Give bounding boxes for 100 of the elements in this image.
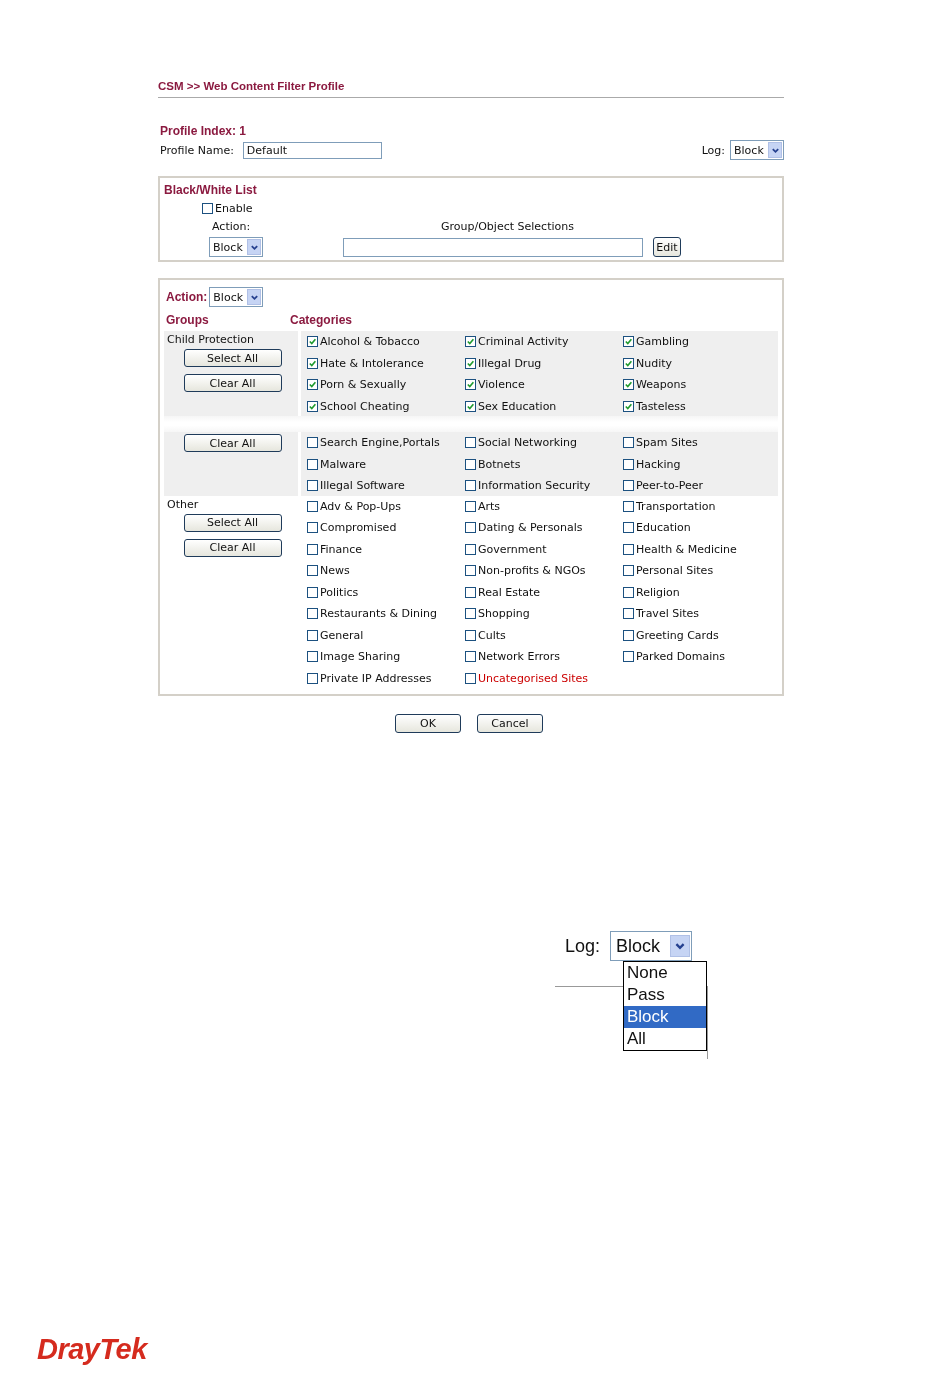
category-label: Illegal Drug xyxy=(478,356,542,370)
checkbox[interactable] xyxy=(465,458,476,470)
checkbox[interactable] xyxy=(465,357,476,369)
category-label: Dating & Personals xyxy=(478,521,583,535)
checkbox[interactable] xyxy=(307,543,318,555)
checkbox[interactable] xyxy=(465,500,476,512)
checkbox[interactable] xyxy=(465,586,476,598)
category-label: Gambling xyxy=(636,335,690,349)
checkbox[interactable] xyxy=(465,480,476,492)
category-label: Hate & Intolerance xyxy=(320,356,424,370)
group-button[interactable]: Select All xyxy=(183,513,282,532)
checkbox[interactable] xyxy=(307,437,318,449)
category-label: Private IP Addresses xyxy=(320,671,432,685)
checkbox[interactable] xyxy=(623,565,634,577)
checkbox[interactable] xyxy=(623,629,634,641)
checkbox[interactable] xyxy=(623,586,634,598)
category-label: Finance xyxy=(320,542,363,556)
category-label: Real Estate xyxy=(478,585,541,599)
checkbox[interactable] xyxy=(307,400,318,412)
selections-field[interactable] xyxy=(343,237,643,257)
checkbox[interactable] xyxy=(307,565,318,577)
category-label: Sex Education xyxy=(478,399,557,413)
category-label: Non-profits & NGOs xyxy=(478,564,586,578)
category-label: Porn & Sexually xyxy=(320,378,407,392)
group-button[interactable]: Select All xyxy=(183,349,282,367)
checkbox[interactable] xyxy=(623,543,634,555)
checkbox[interactable] xyxy=(307,336,318,348)
checkbox[interactable] xyxy=(623,437,634,449)
checkbox[interactable] xyxy=(623,651,634,663)
category-label: Transportation xyxy=(636,499,716,513)
category-label: Hacking xyxy=(636,457,681,471)
profile-index: Profile Index: 1 xyxy=(160,124,247,138)
dropdown-option[interactable]: None xyxy=(624,962,706,984)
page-title: CSM >> Web Content Filter Profile xyxy=(158,80,784,98)
category-label: Weapons xyxy=(636,378,687,392)
checkbox[interactable] xyxy=(623,336,634,348)
field-label: Profile Name: xyxy=(160,143,234,157)
checkbox[interactable] xyxy=(307,629,318,641)
profile-name-field[interactable]: Default xyxy=(242,141,382,159)
dropdown-option[interactable]: All xyxy=(624,1028,706,1050)
checkbox[interactable] xyxy=(307,480,318,492)
checkbox[interactable] xyxy=(623,357,634,369)
category-label: General xyxy=(320,628,364,642)
category-label: Travel Sites xyxy=(636,607,700,621)
category-label: Shopping xyxy=(478,607,530,621)
category-label: Tasteless xyxy=(636,399,686,413)
checkbox[interactable] xyxy=(465,565,476,577)
column-header: Categories xyxy=(290,313,354,327)
checkbox[interactable] xyxy=(623,480,634,492)
checkbox[interactable] xyxy=(465,672,476,684)
group-button[interactable]: Clear All xyxy=(183,434,282,452)
checkbox[interactable] xyxy=(307,586,318,598)
category-label: Government xyxy=(478,542,547,556)
group-button[interactable]: Clear All xyxy=(183,538,282,557)
category-label: Network Errors xyxy=(478,650,560,664)
log-select[interactable]: Block xyxy=(730,140,784,160)
checkbox[interactable] xyxy=(623,458,634,470)
checkbox[interactable] xyxy=(307,522,318,534)
checkbox[interactable] xyxy=(307,379,318,391)
dialog-button[interactable]: OK xyxy=(395,714,461,733)
checkbox[interactable] xyxy=(623,522,634,534)
checkbox[interactable] xyxy=(465,651,476,663)
checkbox[interactable] xyxy=(202,203,213,214)
logo: DrayTek xyxy=(37,1333,147,1366)
dropdown-option[interactable]: Block xyxy=(624,1006,706,1028)
checkbox-label: Enable xyxy=(215,202,253,215)
field-label: Action: xyxy=(166,290,208,304)
checkbox[interactable] xyxy=(307,500,318,512)
checkbox[interactable] xyxy=(465,629,476,641)
category-label: News xyxy=(320,564,350,578)
checkbox[interactable] xyxy=(307,651,318,663)
checkbox[interactable] xyxy=(465,543,476,555)
checkbox[interactable] xyxy=(465,336,476,348)
dialog-button[interactable]: Cancel xyxy=(477,714,543,733)
checkbox[interactable] xyxy=(307,608,318,620)
edit-button[interactable]: Edit xyxy=(653,237,681,257)
checkbox[interactable] xyxy=(623,400,634,412)
checkbox[interactable] xyxy=(307,357,318,369)
category-label: Criminal Activity xyxy=(478,335,569,349)
group-name: Other xyxy=(167,497,199,511)
checkbox[interactable] xyxy=(623,608,634,620)
category-label: Image Sharing xyxy=(320,650,401,664)
category-label: Information Security xyxy=(478,479,591,493)
checkbox[interactable] xyxy=(307,672,318,684)
log-select[interactable]: Block xyxy=(610,931,693,961)
group-button[interactable]: Clear All xyxy=(183,374,282,392)
checkbox[interactable] xyxy=(465,522,476,534)
checkbox[interactable] xyxy=(465,400,476,412)
checkbox[interactable] xyxy=(307,458,318,470)
category-label: Spam Sites xyxy=(636,436,698,450)
category-label: Nudity xyxy=(636,356,673,370)
category-label: School Cheating xyxy=(320,399,410,413)
checkbox[interactable] xyxy=(465,437,476,449)
checkbox[interactable] xyxy=(465,379,476,391)
checkbox[interactable] xyxy=(465,608,476,620)
action-select[interactable]: Block xyxy=(209,287,264,307)
checkbox[interactable] xyxy=(623,500,634,512)
checkbox[interactable] xyxy=(623,379,634,391)
action-select[interactable]: Block xyxy=(209,237,263,257)
dropdown-option[interactable]: Pass xyxy=(624,984,706,1006)
